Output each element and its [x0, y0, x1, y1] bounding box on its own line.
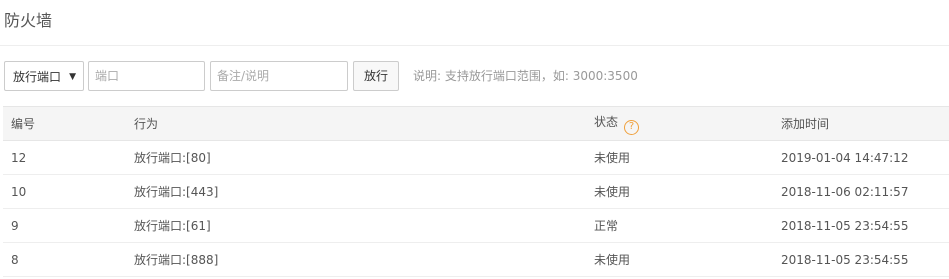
column-header-action: 行为: [126, 106, 586, 141]
caret-down-icon: ▼: [69, 72, 76, 82]
cell-time: 2019-01-04 14:47:12: [773, 140, 949, 175]
column-header-status: 状态?: [586, 106, 773, 141]
table-row: 8 放行端口:[888] 未使用 2018-11-05 23:54:55: [3, 242, 949, 277]
cell-id: 10: [3, 174, 126, 209]
column-header-status-label: 状态: [594, 114, 619, 129]
cell-time: 2018-11-05 23:54:55: [773, 208, 949, 243]
action-select-value: 放行端口: [13, 70, 62, 84]
page-title: 防火墙: [4, 11, 53, 30]
port-input[interactable]: [88, 61, 205, 91]
table-row: 10 放行端口:[443] 未使用 2018-11-06 02:11:57: [3, 174, 949, 209]
hint-text: 说明: 支持放行端口范围，如: 3000:3500: [413, 69, 638, 83]
column-header-time: 添加时间: [773, 106, 949, 141]
cell-id: 9: [3, 208, 126, 243]
cell-action: 放行端口:[888]: [126, 242, 586, 277]
cell-action: 放行端口:[443]: [126, 174, 586, 209]
table-row: 12 放行端口:[80] 未使用 2019-01-04 14:47:12: [3, 140, 949, 175]
note-input[interactable]: [210, 61, 348, 91]
cell-status: 正常: [586, 208, 773, 243]
cell-action: 放行端口:[61]: [126, 208, 586, 243]
action-select[interactable]: 放行端口 ▼: [4, 61, 84, 91]
cell-time: 2018-11-06 02:11:57: [773, 174, 949, 209]
cell-action: 放行端口:[80]: [126, 140, 586, 175]
allow-button[interactable]: 放行: [353, 61, 399, 91]
cell-status: 未使用: [586, 140, 773, 175]
firewall-toolbar: 放行端口 ▼ 放行 说明: 支持放行端口范围，如: 3000:3500: [0, 61, 949, 91]
firewall-table: 编号 行为 状态? 添加时间 12 放行端口:[80] 未使用 2019-01-…: [3, 106, 949, 277]
cell-id: 12: [3, 140, 126, 175]
cell-id: 8: [3, 242, 126, 277]
column-header-id: 编号: [3, 106, 126, 141]
question-circle-icon[interactable]: ?: [624, 119, 640, 135]
cell-status: 未使用: [586, 174, 773, 209]
table-row: 9 放行端口:[61] 正常 2018-11-05 23:54:55: [3, 208, 949, 243]
cell-status: 未使用: [586, 242, 773, 277]
cell-time: 2018-11-05 23:54:55: [773, 242, 949, 277]
table-header-row: 编号 行为 状态? 添加时间: [3, 106, 949, 141]
page-header: 防火墙: [0, 0, 949, 46]
